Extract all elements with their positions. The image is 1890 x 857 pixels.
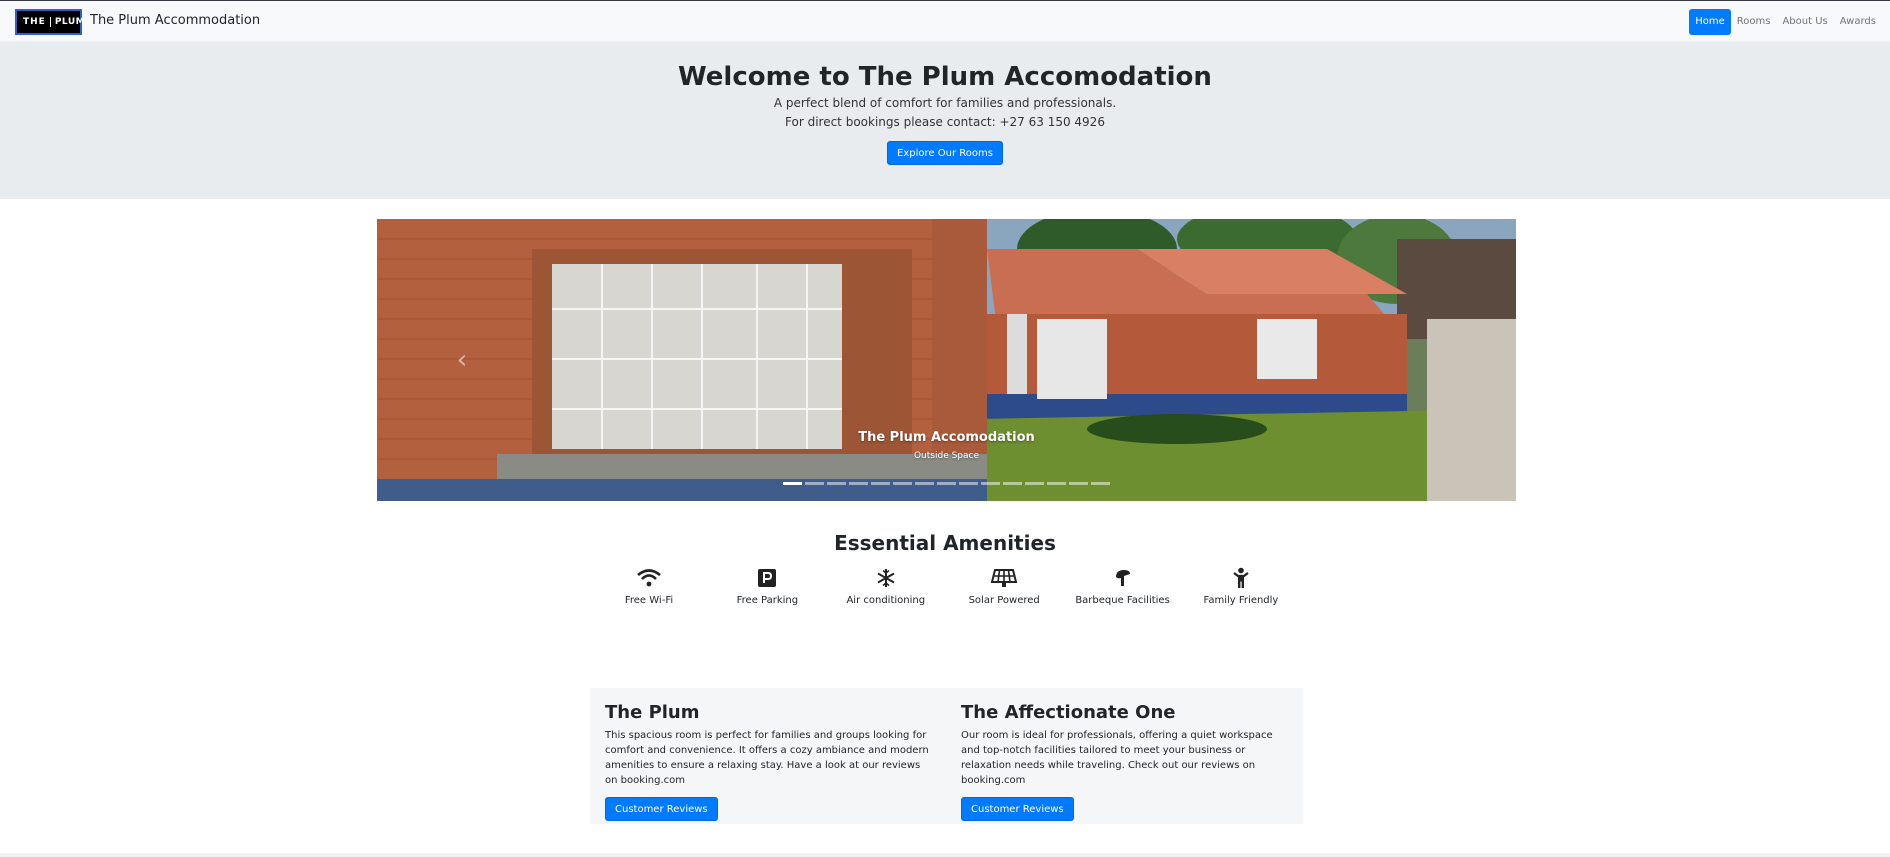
chevron-left-icon[interactable]: ‹ bbox=[447, 345, 477, 375]
amenities-title: Essential Amenities bbox=[834, 531, 1056, 555]
amenity-wifi: Free Wi-Fi bbox=[590, 566, 708, 606]
carousel-indicator[interactable] bbox=[893, 482, 912, 485]
footer-divider bbox=[0, 853, 1890, 857]
amenity-label: Free Parking bbox=[736, 595, 799, 606]
amenity-label: Free Wi-Fi bbox=[624, 595, 674, 606]
barbeque-icon bbox=[1064, 566, 1182, 590]
room-title: The Plum bbox=[605, 702, 700, 723]
carousel-indicator[interactable] bbox=[1003, 482, 1022, 485]
solar-panel-icon bbox=[945, 566, 1063, 590]
nav-links: Home Rooms About Us Awards bbox=[1689, 9, 1882, 35]
hero-jumbotron: Welcome to The Plum Accomodation A perfe… bbox=[0, 42, 1890, 199]
snowflake-icon bbox=[827, 566, 945, 590]
child-icon bbox=[1182, 566, 1300, 590]
amenity-family: Family Friendly bbox=[1182, 566, 1300, 606]
amenity-label: Solar Powered bbox=[968, 595, 1040, 606]
amenities-list: Free Wi-Fi Free Parking Air conditioning… bbox=[590, 566, 1300, 606]
carousel-indicator[interactable] bbox=[783, 482, 802, 485]
carousel-indicator[interactable] bbox=[1047, 482, 1066, 485]
carousel-indicator[interactable] bbox=[871, 482, 890, 485]
amenity-label: Family Friendly bbox=[1203, 595, 1279, 606]
carousel-indicator[interactable] bbox=[827, 482, 846, 485]
brand-name[interactable]: The Plum Accommodation bbox=[90, 13, 260, 28]
room-description: Our room is ideal for professionals, off… bbox=[961, 730, 1273, 786]
carousel-indicator[interactable] bbox=[849, 482, 868, 485]
room-card-the-plum: The Plum This spacious room is perfect f… bbox=[605, 702, 935, 821]
room-title: The Affectionate One bbox=[961, 702, 1176, 723]
room-description: This spacious room is perfect for famili… bbox=[605, 730, 929, 786]
amenity-air-conditioning: Air conditioning bbox=[827, 566, 945, 606]
carousel-indicator[interactable] bbox=[1069, 482, 1088, 485]
amenity-label: Air conditioning bbox=[846, 595, 926, 606]
carousel-indicator[interactable] bbox=[937, 482, 956, 485]
amenity-parking: Free Parking bbox=[708, 566, 826, 606]
explore-rooms-button[interactable]: Explore Our Rooms bbox=[887, 141, 1003, 165]
brand-logo[interactable]: THE PLUM bbox=[15, 9, 85, 35]
carousel-caption: The Plum Accomodation Outside Space bbox=[377, 430, 1516, 461]
customer-reviews-button[interactable]: Customer Reviews bbox=[605, 797, 718, 821]
customer-reviews-button[interactable]: Customer Reviews bbox=[961, 797, 1074, 821]
photo-carousel[interactable]: ‹ The Plum Accomodation Outside Space bbox=[377, 219, 1516, 501]
hero-title: Welcome to The Plum Accomodation bbox=[678, 62, 1212, 92]
nav-home[interactable]: Home bbox=[1689, 9, 1731, 35]
room-card-the-affectionate-one: The Affectionate One Our room is ideal f… bbox=[961, 702, 1291, 821]
carousel-indicators bbox=[377, 482, 1516, 485]
parking-icon bbox=[708, 566, 826, 590]
hero-tagline: A perfect blend of comfort for families … bbox=[773, 96, 1117, 110]
nav-awards[interactable]: Awards bbox=[1834, 9, 1882, 35]
carousel-indicator[interactable] bbox=[805, 482, 824, 485]
navbar: THE PLUM The Plum Accommodation Home Roo… bbox=[0, 1, 1890, 42]
amenity-barbeque: Barbeque Facilities bbox=[1064, 566, 1182, 606]
amenity-solar: Solar Powered bbox=[945, 566, 1063, 606]
carousel-caption-title: The Plum Accomodation bbox=[858, 430, 1035, 445]
hero-contact: For direct bookings please contact: +27 … bbox=[785, 115, 1105, 129]
nav-about-us[interactable]: About Us bbox=[1776, 9, 1833, 35]
carousel-indicator[interactable] bbox=[1025, 482, 1044, 485]
nav-rooms[interactable]: Rooms bbox=[1731, 9, 1777, 35]
wifi-icon bbox=[590, 566, 708, 590]
carousel-indicator[interactable] bbox=[959, 482, 978, 485]
logo-text-left: THE bbox=[23, 17, 46, 27]
carousel-indicator[interactable] bbox=[1091, 482, 1110, 485]
amenity-label: Barbeque Facilities bbox=[1075, 595, 1170, 606]
carousel-indicator[interactable] bbox=[915, 482, 934, 485]
carousel-caption-subtitle: Outside Space bbox=[913, 451, 980, 461]
logo-text-right: PLUM bbox=[49, 17, 85, 27]
rooms-section: The Plum This spacious room is perfect f… bbox=[590, 688, 1303, 824]
carousel-indicator[interactable] bbox=[981, 482, 1000, 485]
